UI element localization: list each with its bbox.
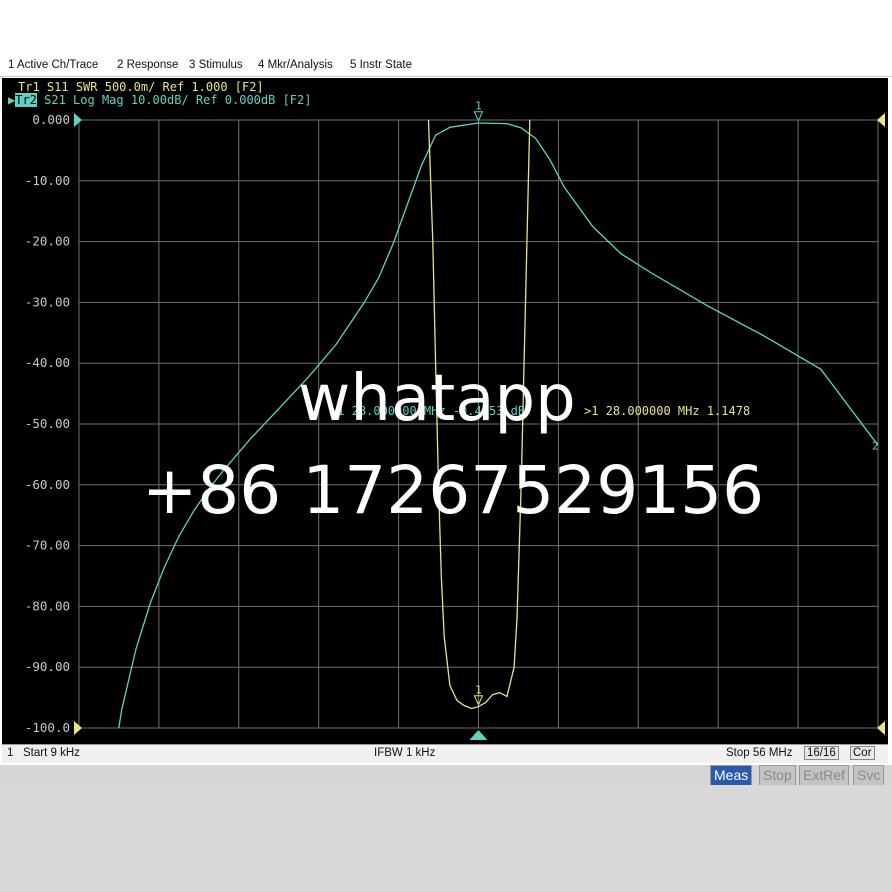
status-start[interactable]: Start 9 kHz	[23, 747, 80, 759]
watermark-line2: +86 17267529156	[142, 452, 765, 529]
menu-bar: 1 Active Ch/Trace 2 Response 3 Stimulus …	[0, 57, 892, 77]
meas-button[interactable]: Meas	[710, 765, 753, 786]
y-tick-label: -90.00	[25, 659, 70, 674]
stop-button[interactable]: Stop	[759, 765, 796, 786]
status-bar: 1 Start 9 kHz IFBW 1 kHz Stop 56 MHz 16/…	[2, 744, 888, 763]
status-stop[interactable]: Stop 56 MHz	[726, 747, 792, 759]
marker-readout-tr1: >1 28.000000 MHz 1.1478	[584, 404, 750, 418]
soft-key-bar: Meas Stop ExtRef Svc	[0, 765, 892, 786]
extref-button[interactable]: ExtRef	[799, 765, 850, 786]
stimulus-marker	[469, 730, 488, 740]
svc-button[interactable]: Svc	[853, 765, 885, 786]
y-tick-label: -50.00	[25, 416, 70, 431]
trace2-end-label: 2	[872, 439, 879, 452]
y-tick-label: -100.0	[25, 720, 70, 735]
y-tick-label: -20.00	[25, 234, 70, 249]
marker-triangle	[473, 111, 484, 122]
ref-arrow-left-tr1	[74, 721, 82, 735]
y-tick-label: 0.000	[32, 112, 70, 127]
status-points: 16/16	[804, 746, 839, 760]
marker-label: 1	[475, 684, 482, 697]
status-ifbw[interactable]: IFBW 1 kHz	[374, 747, 435, 759]
menu-instr-state[interactable]: 5 Instr State	[350, 59, 412, 71]
y-tick-label: -40.00	[25, 355, 70, 370]
desktop-background	[0, 785, 892, 892]
y-tick-label: -30.00	[25, 294, 70, 309]
y-tick-label: -80.00	[25, 598, 70, 613]
status-channel: 1	[7, 747, 14, 759]
watermark-line1: whatapp	[298, 362, 576, 436]
menu-response[interactable]: 2 Response	[117, 59, 178, 71]
y-tick-label: -60.00	[25, 477, 70, 492]
menu-active-ch-trace[interactable]: 1 Active Ch/Trace	[8, 59, 98, 71]
y-tick-label: -70.00	[25, 538, 70, 553]
menu-mkr-analysis[interactable]: 4 Mkr/Analysis	[258, 59, 333, 71]
menu-stimulus[interactable]: 3 Stimulus	[189, 59, 243, 71]
marker-label: 1	[475, 100, 482, 113]
y-tick-label: -10.00	[25, 173, 70, 188]
status-cor: Cor	[850, 746, 875, 760]
ref-arrow-left-tr2	[74, 113, 82, 127]
